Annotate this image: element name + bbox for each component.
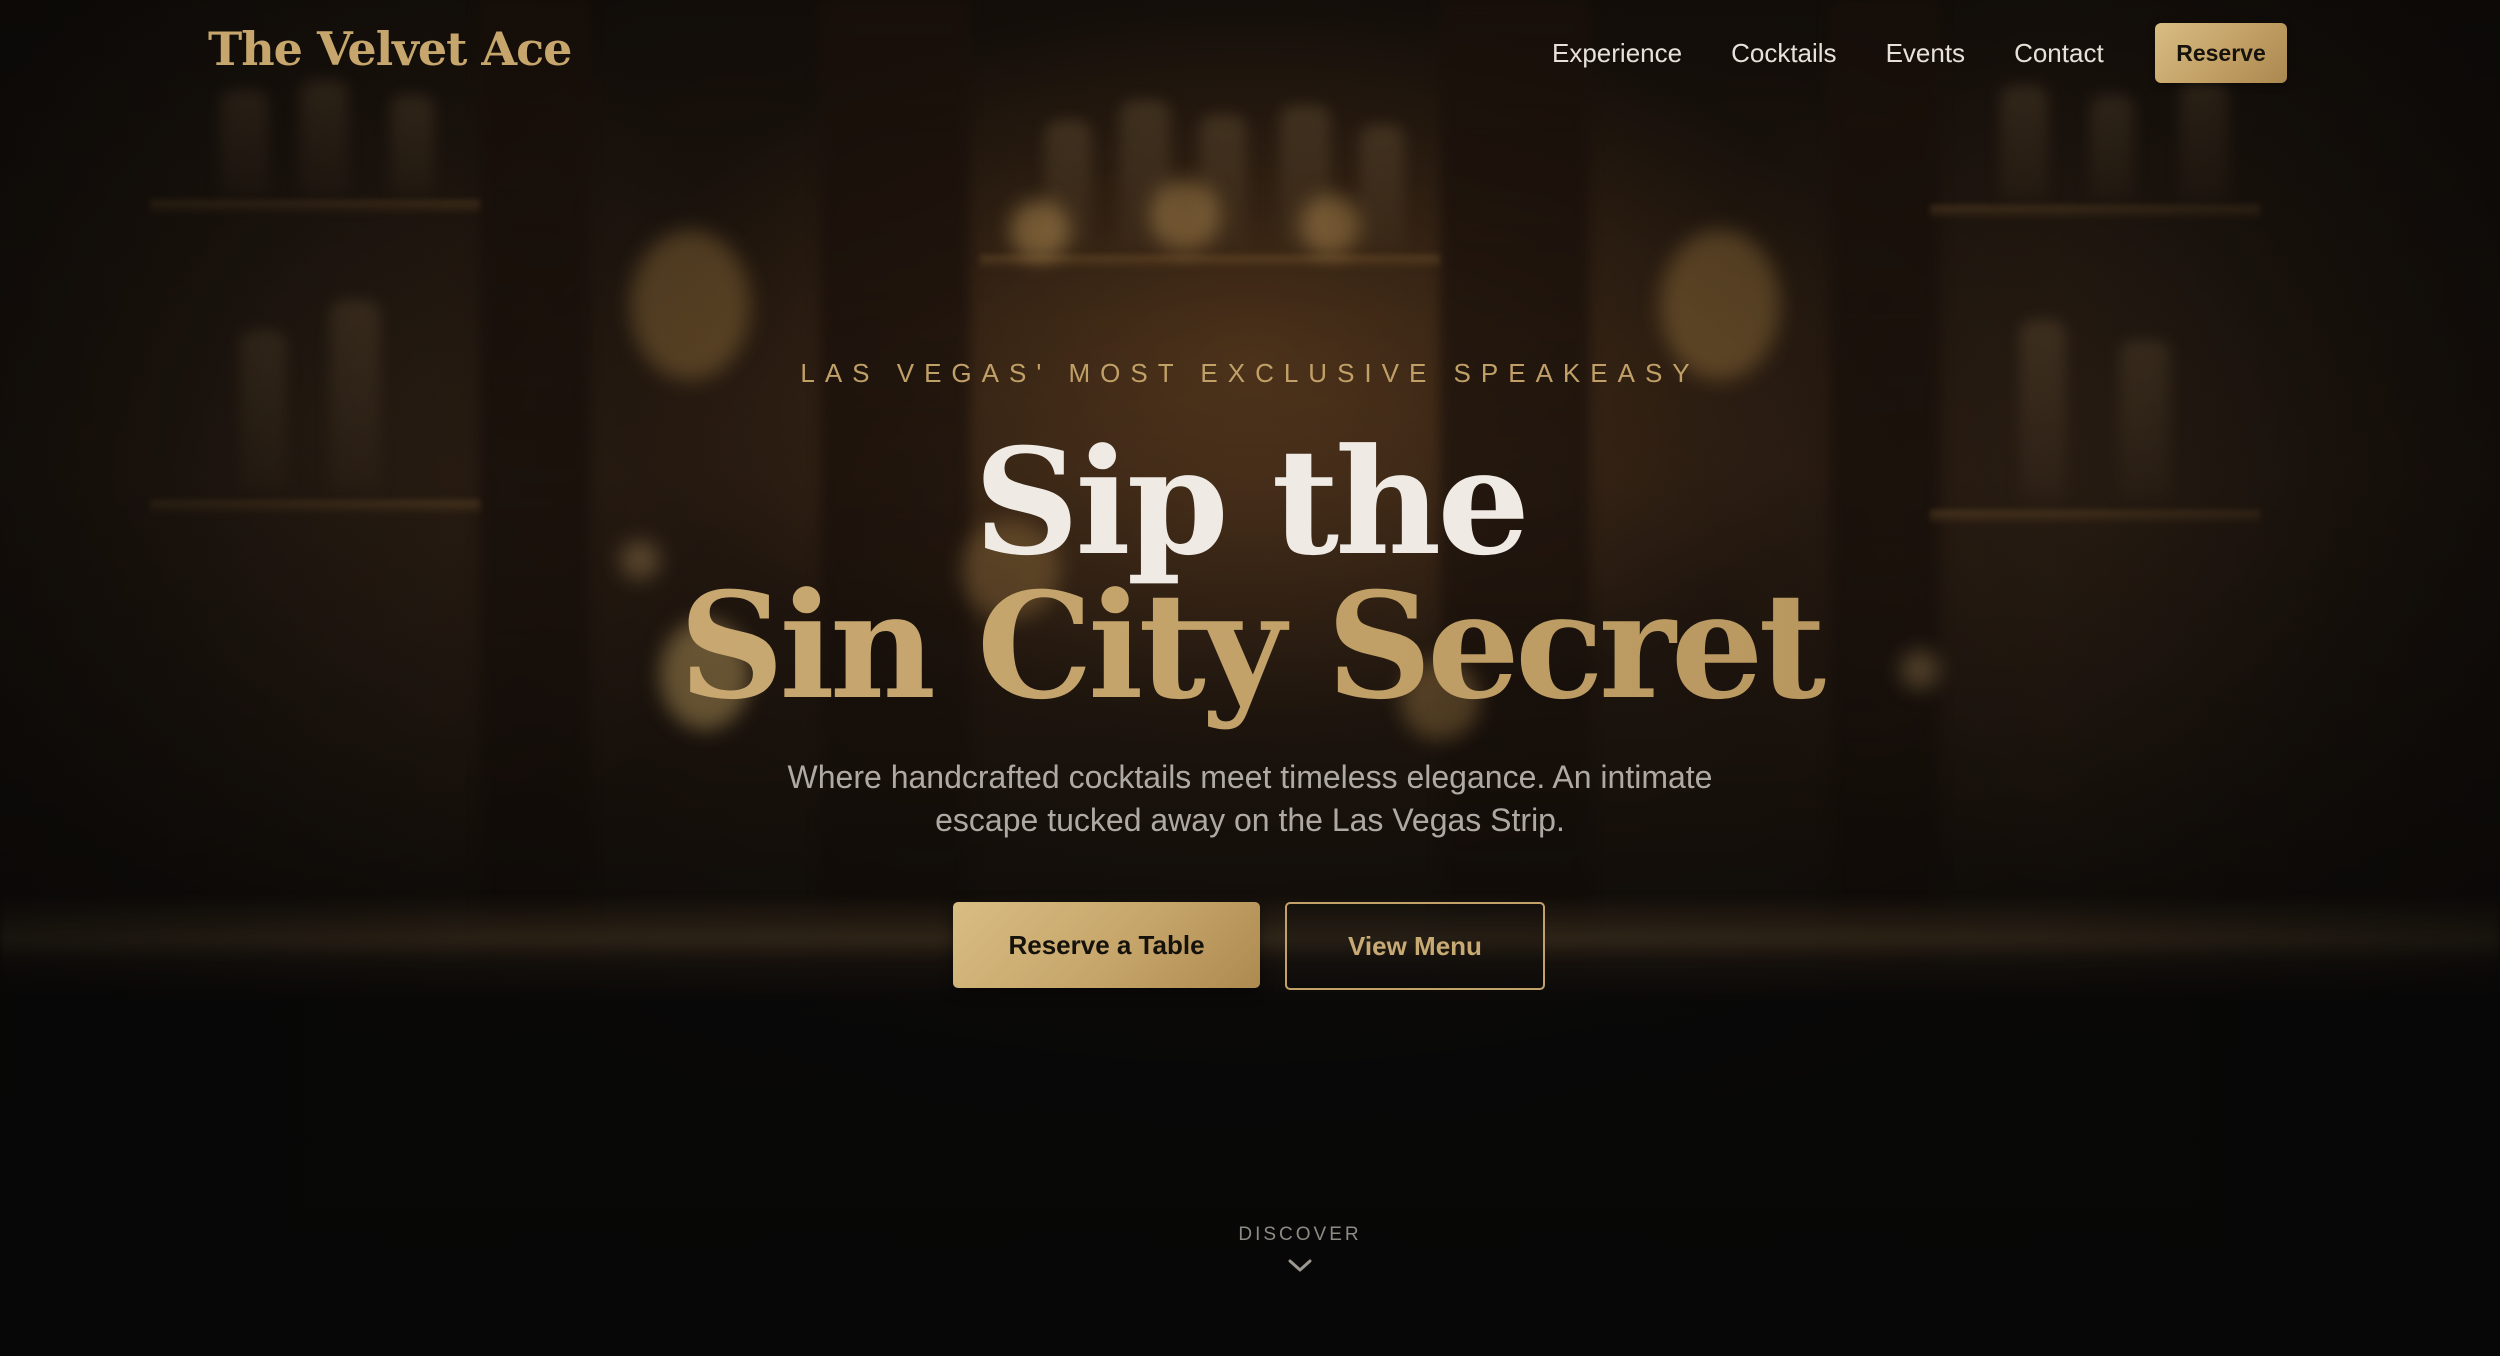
chevron-down-icon (1288, 1259, 1312, 1272)
hero-subtitle: Where handcrafted cocktails meet timeles… (787, 759, 1713, 838)
reserve-table-button[interactable]: Reserve a Table (953, 902, 1260, 988)
hero-headline-line-2: Sin City Secret (0, 562, 2500, 732)
discover-scroll-indicator[interactable]: DISCOVER (1150, 1224, 1450, 1274)
brand-logo[interactable]: The Velvet Ace (208, 22, 572, 76)
nav-reserve-button[interactable]: Reserve (2155, 23, 2287, 83)
nav-link-contact[interactable]: Contact (2014, 38, 2104, 69)
nav-links: Experience Cocktails Events Contact (1552, 0, 2153, 106)
discover-label: DISCOVER (1238, 1224, 1362, 1245)
nav-link-experience[interactable]: Experience (1552, 38, 1682, 69)
nav-link-events[interactable]: Events (1886, 38, 1966, 69)
view-menu-button[interactable]: View Menu (1285, 902, 1545, 990)
nav-link-cocktails[interactable]: Cocktails (1731, 38, 1836, 69)
top-navigation: The Velvet Ace Experience Cocktails Even… (0, 0, 2500, 106)
hero-eyebrow: LAS VEGAS' MOST EXCLUSIVE SPEAKEASY (800, 358, 1700, 388)
